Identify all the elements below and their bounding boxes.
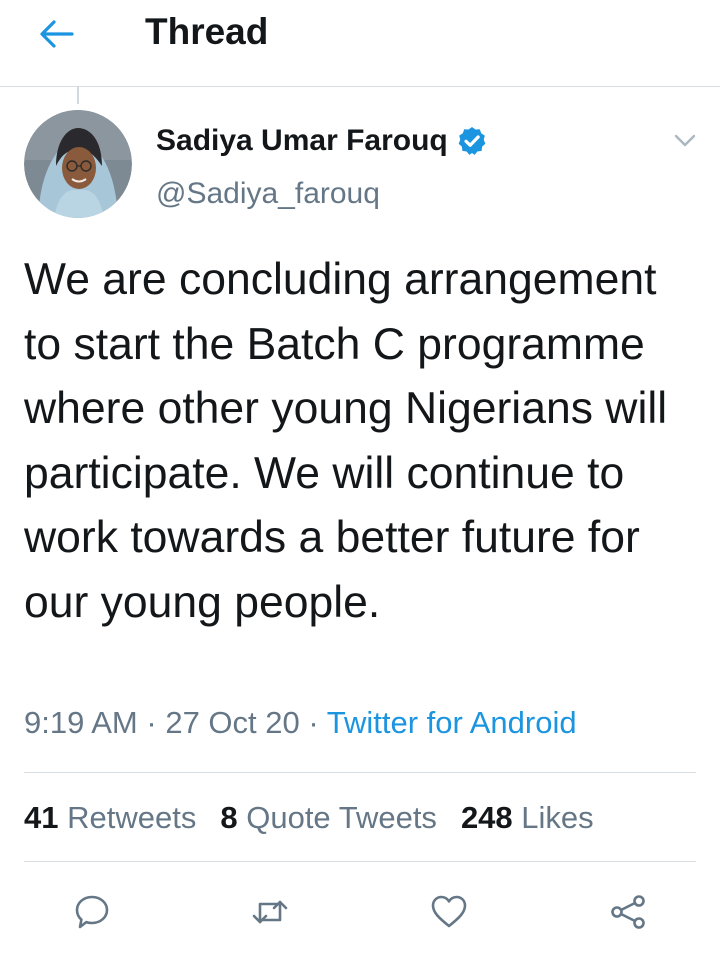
arrow-left-icon [40,20,74,48]
likes-stat[interactable]: 248 Likes [461,797,594,839]
author-name-text: Sadiya Umar Farouq [156,124,448,157]
author-name[interactable]: Sadiya Umar Farouq [156,122,488,160]
likes-label: Likes [521,800,594,835]
reply-button[interactable] [68,888,116,936]
meta-separator: · [146,705,157,740]
likes-count: 248 [460,800,513,835]
tweet-text: We are concluding arrangement to start t… [24,255,668,627]
tweet-meta: 9:19 AM · 27 Oct 20 · Twitter for Androi… [24,703,577,743]
retweets-stat[interactable]: 41 Retweets [24,797,196,839]
tweet-date: 27 Oct 20 [165,705,300,740]
quote-tweets-stat[interactable]: 8 Quote Tweets [220,797,437,839]
share-icon [611,895,645,929]
more-options-button[interactable] [670,128,700,154]
divider [24,772,696,773]
thread-connector-line [77,86,79,104]
quote-tweets-count: 8 [220,800,238,835]
quote-tweets-label: Quote Tweets [246,800,437,835]
retweets-count: 41 [24,800,59,835]
like-button[interactable] [425,888,473,936]
divider [24,861,696,862]
retweets-label: Retweets [67,800,197,835]
thread-header: Thread [0,0,720,87]
tweet-stats: 41 Retweets 8 Quote Tweets 248 Likes [24,797,618,839]
tweet-client-link[interactable]: Twitter for Android [327,705,577,740]
meta-separator: · [308,705,319,740]
retweet-button[interactable] [246,888,294,936]
reply-icon [75,895,109,929]
chevron-down-icon [674,134,696,147]
back-button[interactable] [30,12,82,56]
retweet-icon [252,900,288,924]
share-button[interactable] [604,888,652,936]
avatar-image [24,110,132,218]
like-icon [431,895,467,928]
tweet-time: 9:19 AM [24,705,138,740]
verified-badge-icon [458,127,486,155]
page-title: Thread [145,11,269,52]
avatar[interactable] [24,110,132,218]
author-handle[interactable]: @Sadiya_farouq [156,175,380,213]
